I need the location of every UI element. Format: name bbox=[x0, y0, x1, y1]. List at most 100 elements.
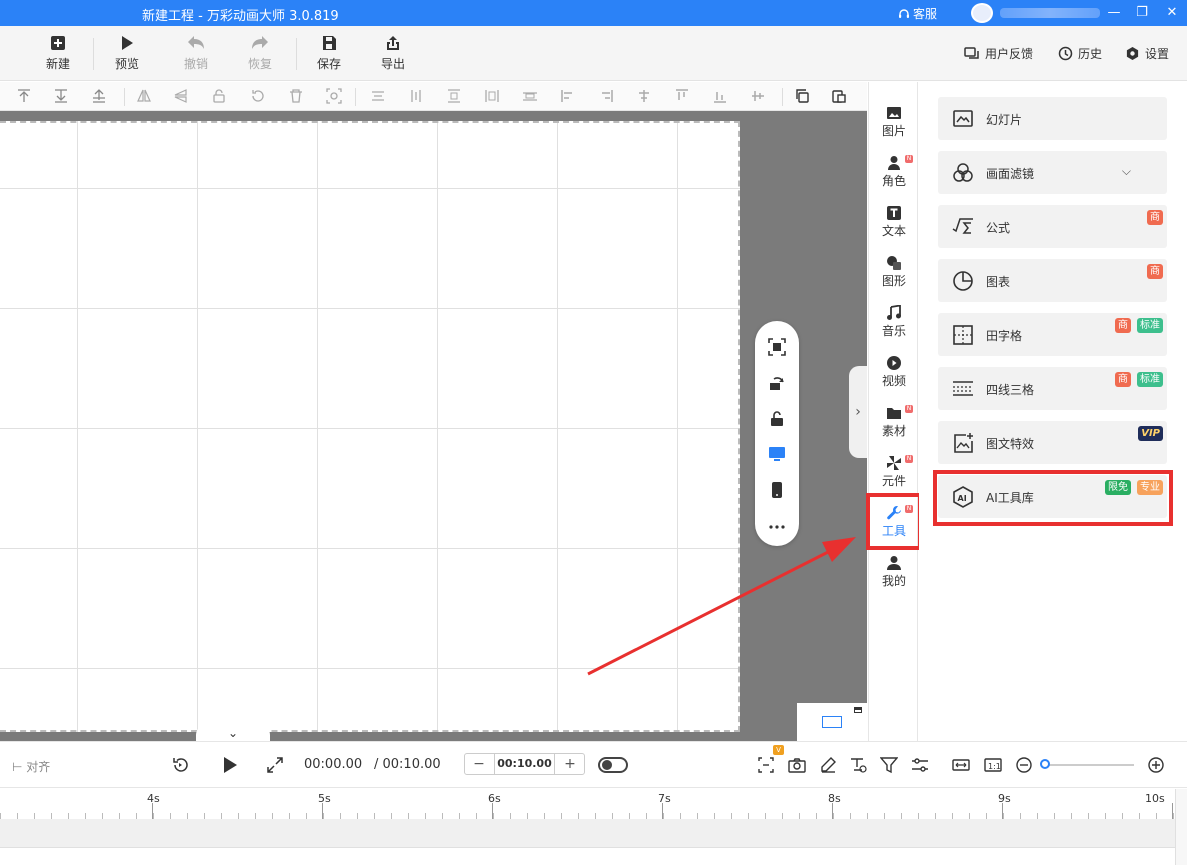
timeline-scrollbar[interactable] bbox=[1175, 789, 1187, 865]
timeline-ruler[interactable]: 4s 5s 6s 7s 8s 9s 10s bbox=[0, 789, 1175, 819]
fit-width-icon[interactable] bbox=[952, 756, 970, 774]
sidebar-item-video[interactable]: 视频 bbox=[869, 355, 919, 399]
headset-icon bbox=[899, 8, 909, 18]
mobile-view-icon[interactable] bbox=[768, 481, 786, 499]
redo-button[interactable]: 恢复 bbox=[230, 34, 290, 72]
tool-filter[interactable]: 画面滤镜 ⌵ bbox=[938, 151, 1167, 194]
align-center-h-icon[interactable] bbox=[370, 88, 386, 104]
align-top-icon[interactable] bbox=[446, 88, 462, 104]
align-toggle[interactable]: ⊢ 对齐 bbox=[12, 758, 50, 775]
slideshow-icon bbox=[953, 110, 973, 127]
sliders-icon[interactable] bbox=[911, 756, 929, 774]
align-center-v-icon[interactable] bbox=[408, 88, 424, 104]
ai-recognize-icon[interactable] bbox=[326, 88, 342, 104]
zoom-out-icon[interactable] bbox=[1015, 756, 1033, 774]
sidebar-item-text[interactable]: 文本 bbox=[869, 205, 919, 249]
avatar[interactable] bbox=[971, 3, 993, 23]
desktop-view-icon[interactable] bbox=[768, 445, 786, 463]
paste-icon[interactable] bbox=[831, 88, 847, 104]
window-icon[interactable] bbox=[854, 707, 862, 713]
tool-four-lines[interactable]: 四线三格 商 标准 bbox=[938, 367, 1167, 410]
rotate-view-icon[interactable] bbox=[768, 374, 786, 392]
rewind-icon[interactable] bbox=[171, 756, 189, 774]
feedback-button[interactable]: 用户反馈 bbox=[964, 45, 1033, 62]
tools-panel: 幻灯片 画面滤镜 ⌵ 公式 商 图表 商 田字格 商 标准 四线三格 商 标准 … bbox=[919, 82, 1187, 741]
fit-screen-icon[interactable] bbox=[768, 338, 786, 356]
tool-chart[interactable]: 图表 商 bbox=[938, 259, 1167, 302]
filter-funnel-icon[interactable] bbox=[880, 756, 898, 774]
undo-button[interactable]: 撤销 bbox=[166, 34, 226, 72]
commercial-badge: 商 bbox=[1115, 318, 1131, 333]
sidebar-item-image[interactable]: 图片 bbox=[869, 105, 919, 149]
history-button[interactable]: 历史 bbox=[1058, 45, 1102, 62]
distribute-v-icon[interactable] bbox=[522, 88, 538, 104]
play-icon[interactable] bbox=[221, 756, 239, 774]
align-bottom-edge-icon[interactable] bbox=[712, 88, 728, 104]
distribute-h-icon[interactable] bbox=[484, 88, 500, 104]
align-right-icon[interactable] bbox=[598, 88, 614, 104]
more-icon[interactable] bbox=[768, 518, 786, 536]
new-button[interactable]: 新建 bbox=[28, 34, 88, 72]
close-button[interactable]: ✕ bbox=[1162, 3, 1182, 23]
duration-plus-button[interactable]: + bbox=[556, 754, 584, 774]
flip-vertical-icon[interactable] bbox=[173, 88, 189, 104]
panel-collapse-toggle[interactable]: › bbox=[849, 366, 867, 458]
stage-canvas[interactable] bbox=[0, 121, 740, 732]
bring-to-front-icon[interactable] bbox=[16, 88, 32, 104]
preview-button[interactable]: 预览 bbox=[97, 34, 157, 72]
zoom-in-icon[interactable] bbox=[1147, 756, 1165, 774]
align-middle-icon[interactable] bbox=[636, 88, 652, 104]
ruler-tick bbox=[1172, 803, 1173, 819]
toolbar-divider bbox=[93, 38, 94, 70]
sidebar-item-assets[interactable]: 素材 N bbox=[869, 405, 919, 449]
tool-label: 四线三格 bbox=[986, 383, 1035, 397]
one-to-one-icon[interactable]: 1:1 bbox=[984, 756, 1002, 774]
lock-icon[interactable] bbox=[211, 88, 227, 104]
new-badge: N bbox=[905, 155, 913, 163]
sidebar-item-shape[interactable]: 图形 bbox=[869, 255, 919, 299]
plus-box-icon bbox=[51, 36, 65, 50]
align-label: 对齐 bbox=[26, 760, 51, 774]
sidebar-item-label: 音乐 bbox=[881, 324, 906, 338]
flip-horizontal-icon[interactable] bbox=[136, 88, 152, 104]
duration-input[interactable]: 00:10.00 bbox=[494, 754, 555, 774]
trash-icon[interactable] bbox=[288, 88, 304, 104]
send-to-back-icon[interactable] bbox=[53, 88, 69, 104]
camera-icon[interactable] bbox=[788, 756, 806, 774]
minimize-button[interactable]: — bbox=[1104, 3, 1124, 23]
timeline-track[interactable] bbox=[0, 819, 1175, 848]
export-button[interactable]: 导出 bbox=[363, 34, 423, 72]
edit-icon[interactable] bbox=[819, 756, 837, 774]
subtitle-icon[interactable] bbox=[849, 756, 867, 774]
chevron-down-icon[interactable]: ⌵ bbox=[1122, 164, 1131, 179]
ruler-label: 9s bbox=[998, 792, 1011, 805]
unlock-icon[interactable] bbox=[768, 410, 786, 428]
copy-icon[interactable] bbox=[794, 88, 810, 104]
duration-minus-button[interactable]: − bbox=[465, 754, 493, 774]
timeline-toggle-tab[interactable]: ⌄ bbox=[196, 725, 270, 741]
restore-button[interactable]: ❐ bbox=[1132, 3, 1152, 23]
fullscreen-icon[interactable] bbox=[266, 756, 284, 774]
align-vmiddle-icon[interactable] bbox=[750, 88, 766, 104]
loop-toggle[interactable] bbox=[598, 757, 628, 773]
bring-forward-icon[interactable] bbox=[91, 88, 107, 104]
tool-tian-grid[interactable]: 田字格 商 标准 bbox=[938, 313, 1167, 356]
sidebar-item-character[interactable]: 角色 N bbox=[869, 155, 919, 199]
save-button[interactable]: 保存 bbox=[299, 34, 359, 72]
align-top-edge-icon[interactable] bbox=[674, 88, 690, 104]
settings-button[interactable]: 设置 bbox=[1125, 45, 1169, 62]
camera-frame-icon[interactable] bbox=[757, 756, 775, 774]
sidebar-item-mine[interactable]: 我的 bbox=[869, 555, 919, 599]
customer-service-button[interactable]: 客服 bbox=[898, 5, 937, 22]
minimap[interactable] bbox=[797, 703, 867, 741]
zoom-slider-handle[interactable] bbox=[1040, 759, 1050, 769]
tool-image-text-effects[interactable]: 图文特效 VIP bbox=[938, 421, 1167, 464]
rotate-icon[interactable] bbox=[250, 88, 266, 104]
align-left-icon[interactable] bbox=[560, 88, 576, 104]
tool-formula[interactable]: 公式 商 bbox=[938, 205, 1167, 248]
sidebar-item-music[interactable]: 音乐 bbox=[869, 305, 919, 349]
tool-slideshow[interactable]: 幻灯片 bbox=[938, 97, 1167, 140]
zoom-slider-track[interactable] bbox=[1041, 764, 1134, 766]
undo-label: 撤销 bbox=[183, 57, 208, 71]
new-badge: N bbox=[905, 455, 913, 463]
